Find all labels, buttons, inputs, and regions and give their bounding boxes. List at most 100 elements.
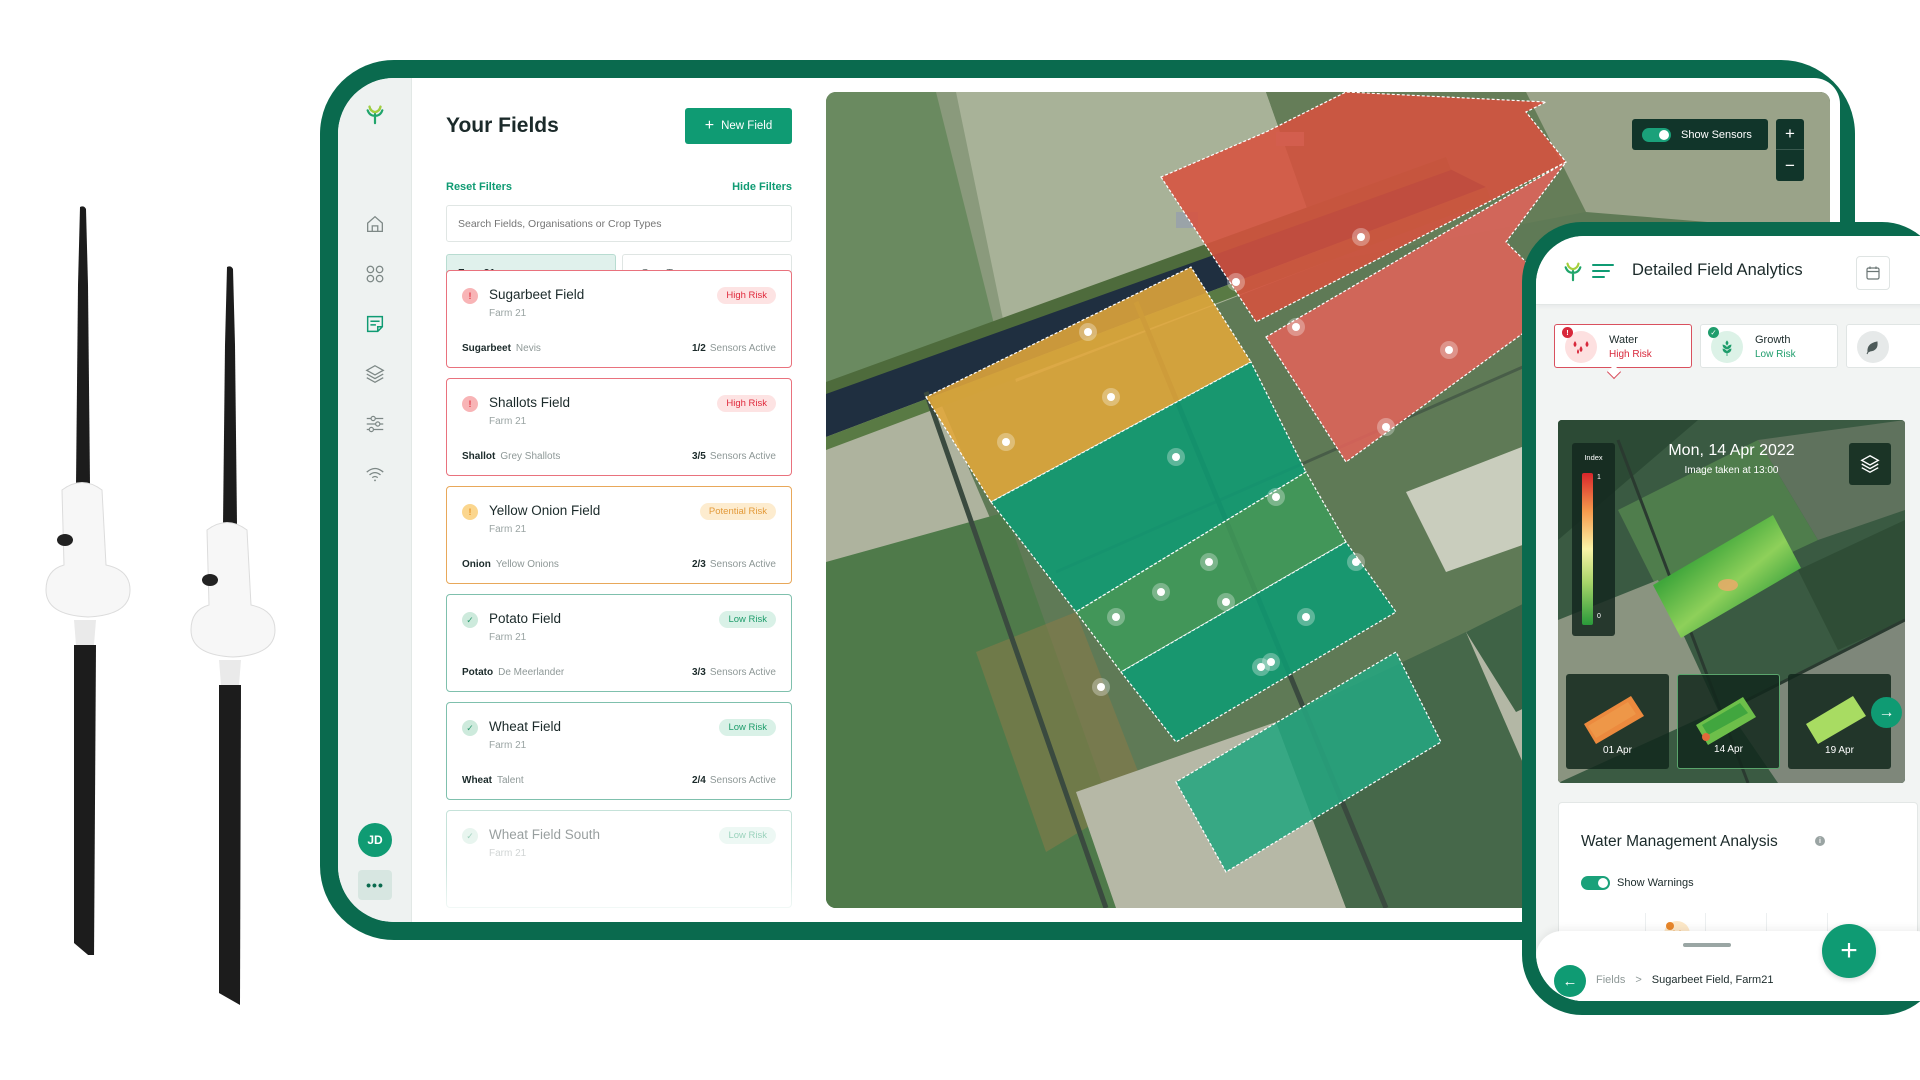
- sensors-status: 2/3 Sensors Active: [692, 559, 776, 570]
- crop-name: Potato: [462, 667, 494, 678]
- tab-pest-metric[interactable]: [1846, 324, 1920, 368]
- breadcrumb-current: Sugarbeet Field, Farm21: [1651, 974, 1774, 986]
- thumbnail-14-apr[interactable]: 14 Apr: [1677, 674, 1780, 769]
- more-options-button[interactable]: •••: [358, 870, 392, 900]
- toggle-switch[interactable]: [1642, 127, 1671, 142]
- layers-icon[interactable]: [363, 362, 387, 386]
- field-farm: Farm 21: [489, 416, 527, 427]
- phone-page-title: Detailed Field Analytics: [1632, 261, 1803, 279]
- sensors-label: Sensors Active: [709, 667, 776, 678]
- thumbnail-label: 01 Apr: [1603, 745, 1632, 756]
- crop-info: Shallot Grey Shallots: [462, 451, 560, 462]
- sensor-marker[interactable]: [1002, 438, 1010, 446]
- sensors-status: 1/2 Sensors Active: [692, 343, 776, 354]
- sensor-marker[interactable]: [1112, 613, 1120, 621]
- field-farm: Farm 21: [489, 740, 527, 751]
- field-card[interactable]: ! Sugarbeet Field Farm 21 High Risk Sugarbee…: [446, 270, 792, 368]
- crop-info: Onion Yellow Onions: [462, 559, 559, 570]
- check-badge-icon: ✓: [1708, 327, 1719, 338]
- next-thumbnails-button[interactable]: →: [1871, 697, 1902, 728]
- crop-name: Sugarbeet: [462, 343, 511, 354]
- add-fab-button[interactable]: +: [1822, 924, 1876, 978]
- field-card[interactable]: ✓ Wheat Field South Farm 21 Low Risk: [446, 810, 792, 908]
- filters-sliders-icon[interactable]: [363, 412, 387, 436]
- sensors-status: 3/5 Sensors Active: [692, 451, 776, 462]
- sensor-marker[interactable]: [1157, 588, 1165, 596]
- zoom-in-button[interactable]: +: [1776, 119, 1804, 150]
- sensor-marker[interactable]: [1352, 558, 1360, 566]
- search-input[interactable]: [446, 205, 792, 242]
- info-icon[interactable]: i: [1815, 836, 1825, 846]
- field-farm: Farm 21: [489, 848, 527, 859]
- sensor-marker[interactable]: [1357, 233, 1365, 241]
- tab-growth-metric[interactable]: ✓ Growth Low Risk: [1700, 324, 1838, 368]
- field-farm: Farm 21: [489, 632, 527, 643]
- field-card[interactable]: ! Yellow Onion Field Farm 21 Potential Risk…: [446, 486, 792, 584]
- crop-info: Potato De Meerlander: [462, 667, 564, 678]
- reset-filters-link[interactable]: Reset Filters: [446, 181, 512, 193]
- field-name: Sugarbeet Field: [489, 287, 585, 302]
- sensor-marker[interactable]: [1267, 658, 1275, 666]
- layers-icon: [1860, 454, 1880, 474]
- field-card[interactable]: ! Shallots Field Farm 21 High Risk Shallot Gr…: [446, 378, 792, 476]
- field-name: Wheat Field South: [489, 827, 601, 842]
- field-name: Wheat Field: [489, 719, 562, 734]
- new-field-button[interactable]: + New Field: [685, 108, 792, 144]
- zoom-controls: + −: [1776, 119, 1804, 181]
- breadcrumb-root[interactable]: Fields: [1596, 974, 1625, 986]
- phone-screen: Detailed Field Analytics ! Water High Ri…: [1536, 236, 1920, 1001]
- thumbnail-label: 14 Apr: [1714, 744, 1743, 755]
- back-button[interactable]: ←: [1554, 965, 1586, 997]
- drag-handle[interactable]: [1683, 943, 1731, 947]
- thumbnail-01-apr[interactable]: 01 Apr: [1566, 674, 1669, 769]
- sensor-marker[interactable]: [1084, 328, 1092, 336]
- calendar-button[interactable]: [1856, 256, 1890, 290]
- wifi-sensors-icon[interactable]: [363, 462, 387, 486]
- field-card[interactable]: ✓ Wheat Field Farm 21 Low Risk Wheat Talent 2/…: [446, 702, 792, 800]
- toggle-switch[interactable]: [1581, 876, 1610, 890]
- alert-badge-icon: !: [1562, 327, 1573, 338]
- sensor-marker[interactable]: [1302, 613, 1310, 621]
- menu-icon[interactable]: [1592, 263, 1614, 279]
- risk-badge: Potential Risk: [699, 503, 776, 520]
- hide-filters-link[interactable]: Hide Filters: [732, 181, 792, 193]
- check-icon: ✓: [462, 828, 478, 844]
- show-sensors-toggle[interactable]: Show Sensors: [1632, 119, 1768, 150]
- crop-variety: De Meerlander: [498, 667, 565, 678]
- sensor-marker[interactable]: [1292, 323, 1300, 331]
- fields-list-icon[interactable]: [363, 312, 387, 336]
- layers-button[interactable]: [1849, 443, 1891, 485]
- sensor-marker[interactable]: [1382, 423, 1390, 431]
- sensor-count: 2/4: [691, 775, 706, 786]
- sensor-marker[interactable]: [1232, 278, 1240, 286]
- metric-status: Low Risk: [1755, 349, 1796, 360]
- sensor-marker[interactable]: [1272, 493, 1280, 501]
- analysis-title: Water Management Analysis: [1581, 833, 1778, 850]
- apps-grid-icon[interactable]: [363, 262, 387, 286]
- tab-water-metric[interactable]: ! Water High Risk: [1554, 324, 1692, 368]
- crop-variety: Talent: [497, 775, 524, 786]
- zoom-out-button[interactable]: −: [1776, 150, 1804, 181]
- crop-variety: Yellow Onions: [495, 559, 559, 570]
- app-logo-icon[interactable]: [363, 102, 387, 126]
- sensor-marker[interactable]: [1107, 393, 1115, 401]
- user-avatar[interactable]: JD: [358, 823, 392, 857]
- show-sensors-label: Show Sensors: [1681, 128, 1752, 141]
- field-farm: Farm 21: [489, 308, 527, 319]
- crop-info: Sugarbeet Nevis: [462, 343, 541, 354]
- sensor-count: 3/3: [691, 667, 706, 678]
- sidebar: JD •••: [338, 78, 412, 922]
- field-name: Potato Field: [489, 611, 562, 626]
- sensor-marker[interactable]: [1222, 598, 1230, 606]
- index-color-scale: [1582, 473, 1593, 625]
- sensors-status: 2/4 Sensors Active: [692, 775, 776, 786]
- sensor-marker[interactable]: [1205, 558, 1213, 566]
- field-card[interactable]: ✓ Potato Field Farm 21 Low Risk Potato De Mee…: [446, 594, 792, 692]
- phone-device-frame: Detailed Field Analytics ! Water High Ri…: [1522, 222, 1920, 1015]
- sensor-marker[interactable]: [1445, 346, 1453, 354]
- sensor-marker[interactable]: [1097, 683, 1105, 691]
- sensor-marker[interactable]: [1172, 453, 1180, 461]
- show-warnings-toggle[interactable]: Show Warnings: [1581, 876, 1694, 890]
- home-icon[interactable]: [363, 212, 387, 236]
- app-logo-icon[interactable]: [1562, 260, 1584, 282]
